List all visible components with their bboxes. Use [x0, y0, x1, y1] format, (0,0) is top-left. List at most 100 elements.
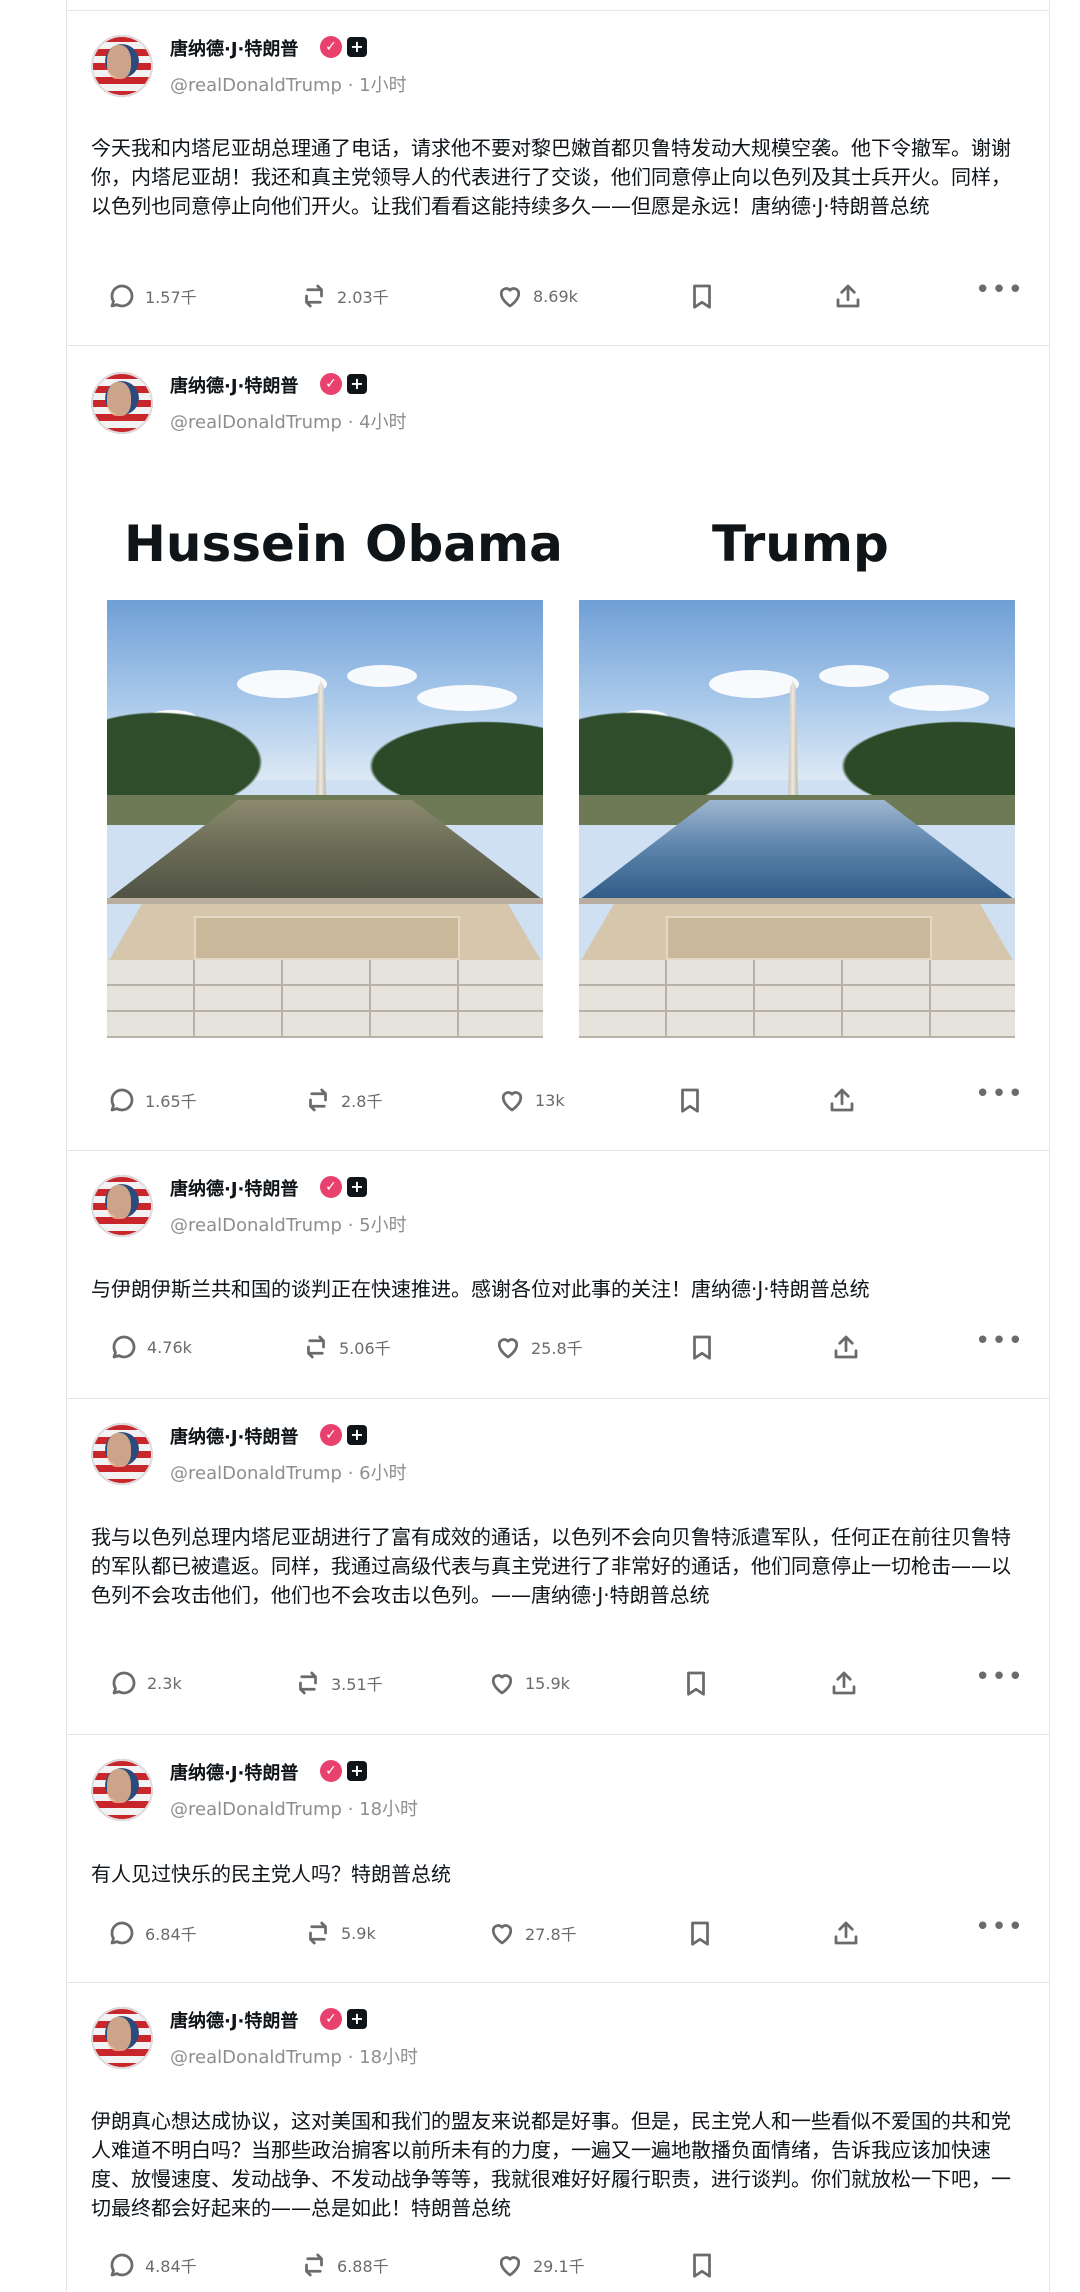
share-button[interactable]: [833, 281, 863, 311]
plus-icon: +: [347, 37, 367, 57]
avatar[interactable]: [91, 1175, 153, 1237]
post-text: 我与以色列总理内塔尼亚胡进行了富有成效的通话，以色列不会向贝鲁特派遣军队，任何正…: [91, 1525, 1011, 1607]
avatar[interactable]: [91, 2007, 153, 2069]
post-2[interactable]: 唐纳德·J·特朗普 ✓ + @realDonaldTrump · 4小时 Hus…: [67, 345, 1049, 1151]
repost-button[interactable]: 2.8千: [303, 1085, 382, 1115]
author-name[interactable]: 唐纳德·J·特朗普: [170, 1423, 298, 1449]
post-3[interactable]: 唐纳德·J·特朗普 ✓ + @realDonaldTrump · 5小时 与伊朗…: [67, 1150, 1049, 1399]
more-dots-icon[interactable]: •••: [975, 1079, 1024, 1109]
more-dots-icon[interactable]: •••: [975, 1912, 1024, 1942]
like-count: 13k: [535, 1090, 565, 1110]
repost-count: 2.03千: [337, 288, 389, 307]
author-handle[interactable]: @realDonaldTrump · 18小时: [170, 2043, 418, 2069]
like-button[interactable]: 13k: [497, 1085, 565, 1115]
author-name[interactable]: 唐纳德·J·特朗普: [170, 35, 298, 61]
more-dots-icon[interactable]: •••: [975, 1326, 1024, 1356]
author-handle[interactable]: @realDonaldTrump · 6小时: [170, 1459, 407, 1485]
bookmark-icon: [693, 2253, 711, 2278]
post-6[interactable]: 唐纳德·J·特朗普 ✓ + @realDonaldTrump · 18小时 伊朗…: [67, 1982, 1049, 2292]
post-actions: 4.76k 5.06千 25.8千 •••: [67, 1326, 1049, 1372]
photo-left: [107, 600, 543, 1038]
repost-arrows-icon: [307, 1335, 325, 1359]
bookmark-button[interactable]: [687, 281, 717, 311]
post-4[interactable]: 唐纳德·J·特朗普 ✓ + @realDonaldTrump · 6小时 我与以…: [67, 1398, 1049, 1735]
reply-button[interactable]: 2.3k: [109, 1668, 182, 1698]
avatar[interactable]: [91, 35, 153, 97]
like-count: 25.8千: [531, 1339, 583, 1358]
bookmark-button[interactable]: [687, 2250, 717, 2280]
plus-icon: +: [347, 1425, 367, 1445]
post-text: 伊朗真心想达成协议，这对美国和我们的盟友来说都是好事。但是，民主党人和一些看似不…: [91, 2109, 1011, 2220]
verified-icon: ✓: [320, 1424, 342, 1446]
plus-icon: +: [347, 1761, 367, 1781]
reply-button[interactable]: 4.84千: [107, 2250, 197, 2280]
repost-button[interactable]: 2.03千: [299, 281, 389, 311]
like-button[interactable]: 15.9k: [487, 1668, 570, 1698]
reply-button[interactable]: 4.76k: [109, 1332, 192, 1362]
post-image[interactable]: Hussein Obama Trump: [67, 345, 1049, 1045]
bookmark-button[interactable]: [687, 1332, 717, 1362]
heart-icon: [491, 1924, 513, 1945]
post-text: 有人见过快乐的民主党人吗？特朗普总统: [91, 1862, 451, 1886]
verified-icon: ✓: [320, 1176, 342, 1198]
comment-bubble-icon: [110, 1088, 134, 1112]
repost-count: 2.8千: [341, 1092, 383, 1111]
share-upload-icon: [836, 284, 860, 308]
reply-button[interactable]: 1.57千: [107, 281, 197, 311]
comment-bubble-icon: [110, 2253, 134, 2277]
repost-count: 3.51千: [331, 1675, 383, 1694]
repost-button[interactable]: 5.06千: [301, 1332, 391, 1362]
author-name[interactable]: 唐纳德·J·特朗普: [170, 2007, 298, 2033]
heart-icon: [497, 1338, 519, 1359]
author-handle[interactable]: @realDonaldTrump · 1小时: [170, 71, 407, 97]
like-count: 8.69k: [533, 286, 578, 306]
share-button[interactable]: [831, 1332, 861, 1362]
reply-button[interactable]: 1.65千: [107, 1085, 197, 1115]
avatar[interactable]: [91, 1423, 153, 1485]
share-button[interactable]: [827, 1085, 857, 1115]
repost-arrows-icon: [299, 1671, 317, 1695]
author-name[interactable]: 唐纳德·J·特朗普: [170, 1175, 298, 1201]
verified-icon: ✓: [320, 2008, 342, 2030]
bookmark-icon: [693, 284, 711, 309]
like-count: 15.9k: [525, 1673, 570, 1693]
verified-icon: ✓: [320, 36, 342, 58]
more-dots-icon[interactable]: •••: [975, 275, 1024, 305]
author-handle[interactable]: @realDonaldTrump · 5小时: [170, 1211, 407, 1237]
avatar[interactable]: [91, 1759, 153, 1821]
repost-button[interactable]: 5.9k: [303, 1918, 376, 1948]
photo-right: [579, 600, 1015, 1038]
repost-arrows-icon: [305, 284, 323, 308]
post-5[interactable]: 唐纳德·J·特朗普 ✓ + @realDonaldTrump · 18小时 有人…: [67, 1734, 1049, 1983]
share-upload-icon: [832, 1671, 856, 1695]
heart-icon: [501, 1091, 523, 1112]
bookmark-button[interactable]: [685, 1918, 715, 1948]
post-actions: 6.84千 5.9k 27.8千 •••: [67, 1912, 1049, 1958]
heart-icon: [491, 1674, 513, 1695]
like-button[interactable]: 8.69k: [495, 281, 578, 311]
bookmark-icon: [687, 1671, 705, 1696]
like-button[interactable]: 25.8千: [493, 1332, 583, 1362]
author-name[interactable]: 唐纳德·J·特朗普: [170, 1759, 298, 1785]
repost-button[interactable]: 3.51千: [293, 1668, 383, 1698]
share-button[interactable]: [831, 1918, 861, 1948]
image-caption-left: Hussein Obama: [124, 515, 563, 573]
post-actions: 4.84千 6.88千 29.1千: [67, 2250, 1049, 2290]
bookmark-button[interactable]: [681, 1668, 711, 1698]
like-button[interactable]: 27.8千: [487, 1918, 577, 1948]
bookmark-icon: [691, 1921, 709, 1946]
plus-icon: +: [347, 1177, 367, 1197]
post-1[interactable]: 唐纳德·J·特朗普 ✓ + @realDonaldTrump · 1小时 今天我…: [67, 11, 1049, 346]
repost-count: 6.88千: [337, 2257, 389, 2276]
author-handle[interactable]: @realDonaldTrump · 18小时: [170, 1795, 418, 1821]
like-count: 29.1千: [533, 2257, 585, 2276]
share-button[interactable]: [829, 1668, 859, 1698]
repost-button[interactable]: 6.88千: [299, 2250, 389, 2280]
repost-arrows-icon: [309, 1921, 327, 1945]
post-actions: 1.65千 2.8千 13k •••: [67, 1079, 1049, 1125]
share-upload-icon: [834, 1921, 858, 1945]
reply-button[interactable]: 6.84千: [107, 1918, 197, 1948]
bookmark-button[interactable]: [675, 1085, 705, 1115]
more-dots-icon[interactable]: •••: [975, 1662, 1024, 1692]
like-button[interactable]: 29.1千: [495, 2250, 585, 2280]
